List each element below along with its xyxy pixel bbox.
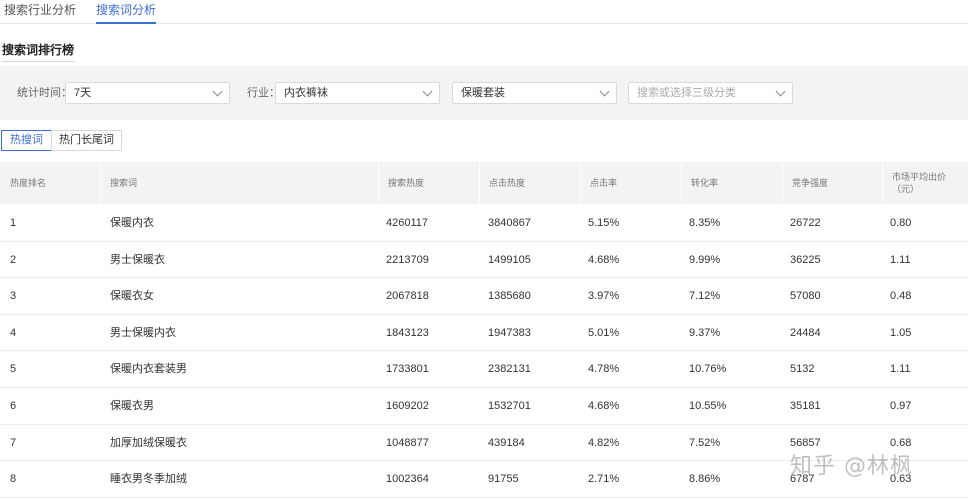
- cell-click-heat: 2382131: [488, 363, 531, 376]
- cell-ctr: 4.78%: [588, 363, 620, 376]
- cell-competition: 36225: [790, 253, 821, 266]
- cell-rank: 5: [10, 363, 17, 376]
- cell-search-heat: 1843123: [386, 326, 429, 339]
- cell-ctr: 2.71%: [588, 473, 620, 486]
- hot-search-terms-toggle[interactable]: 热搜词: [1, 130, 52, 151]
- cell-term: 保暖衣男: [110, 400, 154, 412]
- cell-cvr: 8.35%: [689, 217, 721, 229]
- cell-search-heat: 1609202: [386, 400, 429, 412]
- cell-click-heat: 91755: [488, 473, 519, 486]
- cell-search-heat: 1002364: [386, 473, 429, 486]
- cell-ctr: 4.68%: [588, 400, 620, 412]
- cell-term: 保暖衣女: [110, 290, 154, 303]
- cell-search-heat: 1048877: [386, 436, 429, 449]
- cell-click-heat: 1385680: [488, 290, 531, 303]
- period-select[interactable]: 7天: [65, 82, 230, 104]
- cell-term: 保暖内衣套装男: [110, 363, 187, 376]
- cell-cvr: 8.86%: [689, 473, 721, 486]
- cell-cvr: 10.76%: [689, 363, 727, 376]
- cell-competition: 35181: [790, 400, 821, 412]
- cell-click-heat: 1947383: [488, 326, 531, 339]
- cell-click-heat: 1532701: [488, 400, 531, 412]
- cell-avg-bid: 1.05: [890, 326, 912, 339]
- cell-avg-bid: 1.11: [890, 253, 911, 266]
- cell-click-heat: 3840867: [488, 217, 531, 229]
- column-divider: [479, 162, 480, 204]
- cell-click-heat: 1499105: [488, 253, 531, 266]
- cell-rank: 2: [10, 253, 17, 266]
- period-label: 统计时间：: [17, 87, 72, 99]
- chevron-down-icon: [775, 86, 786, 97]
- cell-rank: 6: [10, 400, 17, 412]
- cell-rank: 8: [10, 473, 17, 486]
- column-divider: [681, 162, 682, 204]
- cell-avg-bid: 0.48: [890, 290, 912, 303]
- cell-cvr: 7.12%: [689, 290, 721, 303]
- column-header-rank[interactable]: 热度排名: [10, 162, 46, 204]
- cell-ctr: 4.82%: [588, 436, 620, 449]
- chevron-down-icon: [422, 86, 433, 97]
- cell-term: 睡衣男冬季加绒: [110, 473, 187, 486]
- cell-rank: 3: [10, 290, 17, 303]
- cell-term: 男士保暖内衣: [110, 326, 176, 339]
- cell-search-heat: 2067818: [386, 290, 429, 303]
- analysis-tabs: 搜索行业分析 搜索词分析: [0, 0, 968, 24]
- column-header-avg-bid[interactable]: 市场平均出价（元）: [892, 162, 948, 204]
- cell-avg-bid: 1.11: [890, 363, 911, 376]
- cell-ctr: 5.01%: [588, 326, 620, 339]
- column-header-ctr[interactable]: 点击率: [590, 162, 617, 204]
- cell-cvr: 9.99%: [689, 253, 721, 266]
- cell-click-heat: 439184: [488, 436, 525, 449]
- cell-search-heat: 2213709: [386, 253, 429, 266]
- category3-select-placeholder: 搜索或选择三级分类: [637, 87, 736, 99]
- cell-cvr: 10.55%: [689, 400, 727, 412]
- column-divider: [580, 162, 581, 204]
- cell-cvr: 7.52%: [689, 436, 721, 449]
- cell-avg-bid: 0.80: [890, 217, 912, 229]
- cell-search-heat: 1733801: [386, 363, 429, 376]
- column-divider: [882, 162, 883, 204]
- cell-competition: 57080: [790, 290, 821, 303]
- cell-ctr: 3.97%: [588, 290, 620, 303]
- cell-rank: 7: [10, 436, 17, 449]
- cell-term: 男士保暖衣: [110, 253, 165, 266]
- chevron-down-icon: [212, 86, 223, 97]
- column-header-term[interactable]: 搜索词: [110, 162, 137, 204]
- chevron-down-icon: [599, 86, 610, 97]
- cell-competition: 26722: [790, 217, 821, 229]
- industry-select-value: 内衣裤袜: [284, 87, 328, 99]
- column-divider: [782, 162, 783, 204]
- category2-select-value: 保暖套装: [461, 87, 505, 99]
- industry-select[interactable]: 内衣裤袜: [275, 82, 440, 104]
- cell-term: 加厚加绒保暖衣: [110, 436, 187, 449]
- cell-competition: 5132: [790, 363, 815, 376]
- cell-competition: 24484: [790, 326, 821, 339]
- cell-avg-bid: 0.97: [890, 400, 912, 412]
- column-divider: [100, 162, 101, 204]
- column-header-competition[interactable]: 竞争强度: [792, 162, 828, 204]
- column-header-cvr[interactable]: 转化率: [691, 162, 718, 204]
- cell-search-heat: 4260117: [386, 217, 429, 229]
- cell-term: 保暖内衣: [110, 217, 154, 229]
- category3-select[interactable]: 搜索或选择三级分类: [628, 82, 793, 104]
- page-title: 搜索词排行榜: [2, 41, 75, 62]
- period-select-value: 7天: [74, 87, 92, 99]
- cell-cvr: 9.37%: [689, 326, 721, 339]
- cell-rank: 1: [10, 217, 17, 229]
- cell-ctr: 5.15%: [588, 217, 620, 229]
- long-tail-terms-toggle[interactable]: 热门长尾词: [51, 130, 122, 151]
- tab-industry-analysis[interactable]: 搜索行业分析: [4, 3, 76, 24]
- column-header-search-heat[interactable]: 搜索热度: [388, 162, 424, 204]
- tab-keyword-analysis[interactable]: 搜索词分析: [96, 3, 157, 24]
- column-header-click-heat[interactable]: 点击热度: [489, 162, 525, 204]
- cell-rank: 4: [10, 326, 17, 339]
- watermark: 知乎 @林枫: [790, 454, 913, 479]
- cell-ctr: 4.68%: [588, 253, 620, 266]
- category2-select[interactable]: 保暖套装: [452, 82, 617, 104]
- column-divider: [378, 162, 379, 204]
